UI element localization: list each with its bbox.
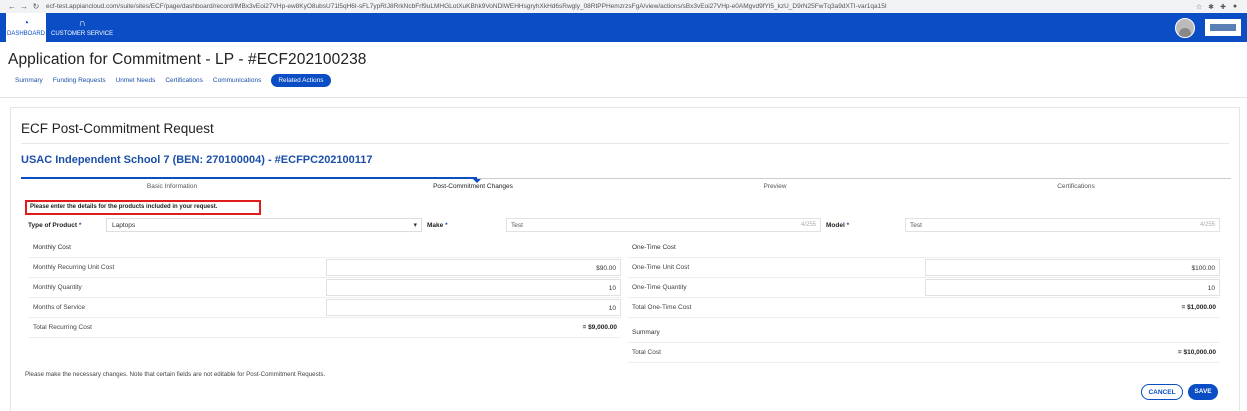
arrow-right-icon[interactable]: → <box>18 2 30 11</box>
reload-icon[interactable]: ↻ <box>30 2 42 11</box>
card-title: ECF Post-Commitment Request <box>21 121 214 136</box>
type-of-product-select[interactable]: Laptops ▾ <box>106 218 422 232</box>
monthly-unit-cost-row: Monthly Recurring Unit Cost $90.00 <box>28 258 621 278</box>
total-cost-row: Total Cost = $10,000.00 <box>627 343 1220 363</box>
header-divider <box>0 97 1247 98</box>
field-label: Monthly Quantity <box>33 284 82 291</box>
nav-tab-dashboard[interactable]: ◔ DASHBOARD <box>6 13 46 42</box>
months-of-service-row: Months of Service 10 <box>28 298 621 318</box>
tab-summary[interactable]: Summary <box>15 77 43 84</box>
make-label: Make * <box>427 222 448 229</box>
total-one-time-row: Total One-Time Cost = $1,000.00 <box>627 298 1220 318</box>
label-text: Type of Product <box>28 222 77 229</box>
char-count: 4/255 <box>1199 222 1215 228</box>
progress-steps: Basic Information Post-Commitment Change… <box>21 176 1231 192</box>
section-heading: One-Time Cost <box>632 244 676 251</box>
monthly-unit-cost-input[interactable]: $90.00 <box>326 259 621 276</box>
caret-down-icon: ▾ <box>413 222 417 229</box>
step-certifications: Certifications <box>1057 183 1095 190</box>
one-time-unit-cost-input[interactable]: $100.00 <box>925 259 1220 276</box>
one-time-cost-table: One-Time Cost One-Time Unit Cost $100.00… <box>627 238 1220 363</box>
arrow-left-icon[interactable]: ← <box>6 2 18 11</box>
dashboard-icon: ◔ <box>22 17 30 29</box>
card-divider <box>21 143 1229 144</box>
tab-certifications[interactable]: Certifications <box>165 77 203 84</box>
browser-toolbar: ← → ↻ ecf-test.appiancloud.com/suite/sit… <box>0 0 1247 13</box>
page-title: Application for Commitment - LP - #ECF20… <box>8 51 367 68</box>
section-heading: Monthly Cost <box>33 244 71 251</box>
entity-heading: USAC Independent School 7 (BEN: 27010000… <box>21 154 373 166</box>
field-label: Total Cost <box>632 349 661 356</box>
extension-icon[interactable]: ✱ <box>1205 3 1217 11</box>
label-text: Make <box>427 222 444 229</box>
edit-note: Please make the necessary changes. Note … <box>25 371 326 378</box>
step-post-commitment-changes: Post-Commitment Changes <box>433 183 513 190</box>
address-bar[interactable]: ecf-test.appiancloud.com/suite/sites/ECF… <box>46 3 1193 10</box>
model-label: Model * <box>826 222 849 229</box>
one-time-quantity-row: One-Time Quantity 10 <box>627 278 1220 298</box>
record-tabs: Summary Funding Requests Unmet Needs Cer… <box>0 72 1247 89</box>
input-value: Test <box>910 222 922 229</box>
avatar[interactable] <box>1175 17 1195 38</box>
input-value: Test <box>511 222 523 229</box>
field-label: Total Recurring Cost <box>33 324 92 331</box>
monthly-cost-header: Monthly Cost <box>28 238 621 258</box>
field-label: One-Time Unit Cost <box>632 264 690 271</box>
total-one-time-value: = $1,000.00 <box>1181 304 1216 311</box>
char-count: 4/255 <box>800 222 816 228</box>
nav-tab-customer-service[interactable]: ∩ CUSTOMER SERVICE <box>46 13 118 42</box>
monthly-quantity-input[interactable]: 10 <box>326 279 621 296</box>
field-label: One-Time Quantity <box>632 284 687 291</box>
field-label: Monthly Recurring Unit Cost <box>33 264 115 271</box>
tab-funding-requests[interactable]: Funding Requests <box>53 77 106 84</box>
tab-communications[interactable]: Communications <box>213 77 261 84</box>
model-input[interactable]: Test 4/255 <box>905 218 1220 232</box>
make-input[interactable]: Test 4/255 <box>506 218 821 232</box>
select-value: Laptops <box>112 222 136 229</box>
required-mark: * <box>78 222 82 229</box>
one-time-unit-cost-row: One-Time Unit Cost $100.00 <box>627 258 1220 278</box>
monthly-quantity-row: Monthly Quantity 10 <box>28 278 621 298</box>
type-of-product-label: Type of Product * <box>28 222 81 229</box>
save-button[interactable]: SAVE <box>1188 384 1218 400</box>
app-header: ◔ DASHBOARD ∩ CUSTOMER SERVICE <box>0 13 1247 42</box>
field-label: Total One-Time Cost <box>632 304 692 311</box>
monthly-cost-table: Monthly Cost Monthly Recurring Unit Cost… <box>28 238 621 338</box>
total-recurring-value: = $9,000.00 <box>582 324 617 331</box>
total-recurring-row: Total Recurring Cost = $9,000.00 <box>28 318 621 338</box>
star-icon[interactable]: ☆ <box>1193 3 1205 11</box>
progress-fill <box>21 177 477 179</box>
one-time-cost-header: One-Time Cost <box>627 238 1220 258</box>
required-mark: * <box>846 222 850 229</box>
tab-related-actions[interactable]: Related Actions <box>271 74 331 87</box>
months-of-service-input[interactable]: 10 <box>326 299 621 316</box>
summary-header: Summary <box>627 323 1220 343</box>
label-text: Model <box>826 222 845 229</box>
cancel-button[interactable]: CANCEL <box>1141 384 1183 400</box>
post-commitment-card: ECF Post-Commitment Request USAC Indepen… <box>10 107 1240 411</box>
nav-tab-label: CUSTOMER SERVICE <box>51 30 114 37</box>
one-time-quantity-input[interactable]: 10 <box>925 279 1220 296</box>
nav-tab-label: DASHBOARD <box>7 30 46 37</box>
section-heading: Summary <box>632 329 660 336</box>
field-label: Months of Service <box>33 304 86 311</box>
headset-icon: ∩ <box>78 17 86 29</box>
usac-logo <box>1205 19 1241 36</box>
puzzle-icon[interactable]: ✚ <box>1217 3 1229 11</box>
required-mark: * <box>445 222 448 229</box>
total-cost-value: = $10,000.00 <box>1177 349 1216 356</box>
tab-unmet-needs[interactable]: Unmet Needs <box>116 77 156 84</box>
step-basic-information: Basic Information <box>146 183 198 190</box>
profile-icon[interactable]: ● <box>1229 3 1241 10</box>
step-preview: Preview <box>763 183 787 190</box>
instruction-text: Please enter the details for the product… <box>25 200 261 215</box>
